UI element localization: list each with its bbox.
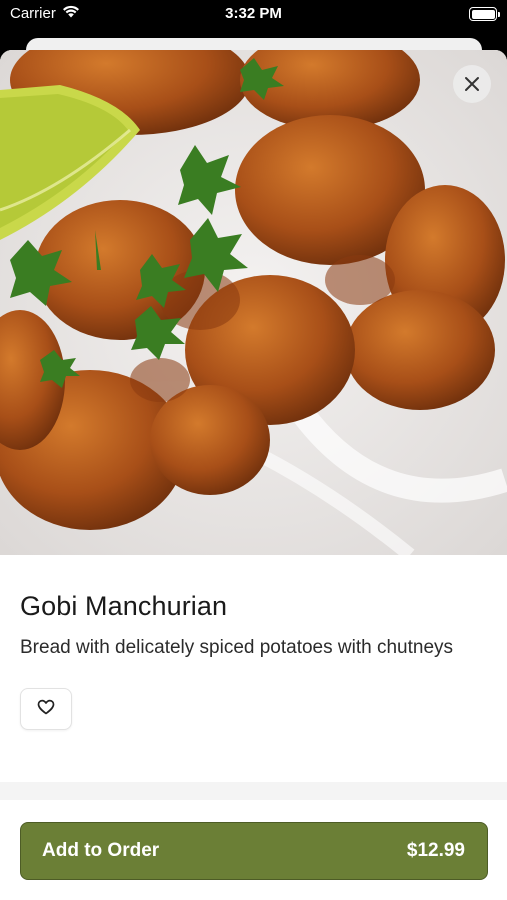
item-description: Bread with delicately spiced potatoes wi… xyxy=(20,637,454,658)
add-to-order-label: Add to Order xyxy=(42,840,160,861)
item-photo xyxy=(0,50,507,555)
item-title: Gobi Manchurian xyxy=(20,591,228,621)
item-info: Gobi Manchurian Bread with delicately sp… xyxy=(0,555,507,730)
favorite-button[interactable] xyxy=(20,688,72,730)
battery-icon xyxy=(469,7,500,21)
status-bar: Carrier 3:32 PM xyxy=(0,0,507,28)
section-divider xyxy=(0,782,507,800)
item-detail-sheet: Gobi Manchurian Bread with delicately sp… xyxy=(0,50,507,900)
close-button[interactable] xyxy=(453,65,491,103)
status-time: 3:32 PM xyxy=(225,5,282,22)
add-to-order-button[interactable]: Add to Order $12.99 xyxy=(20,822,488,880)
close-icon xyxy=(464,76,480,92)
heart-icon xyxy=(37,699,55,720)
order-price: $12.99 xyxy=(406,840,465,861)
